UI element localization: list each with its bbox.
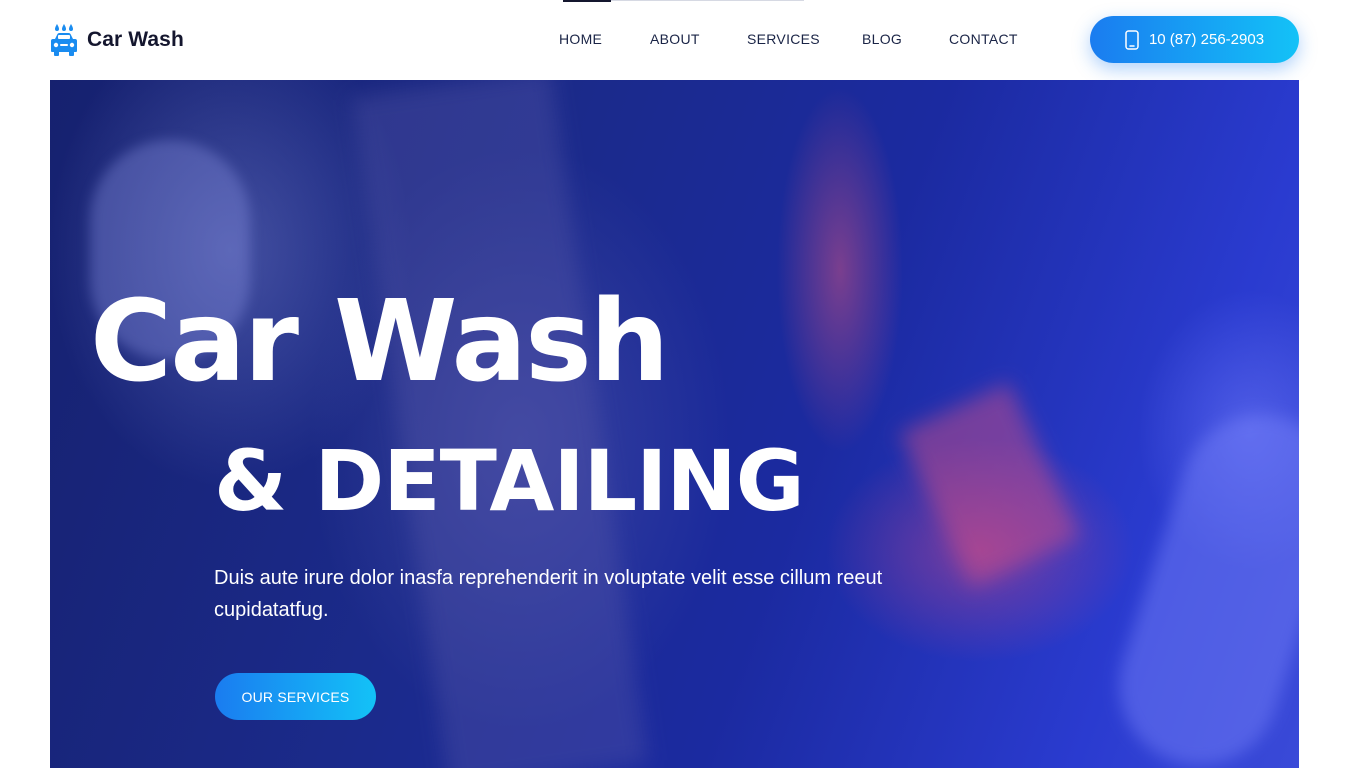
nav-item-blog[interactable]: BLOG bbox=[862, 31, 902, 47]
phone-button[interactable]: 10 (87) 256-2903 bbox=[1090, 16, 1299, 63]
nav-item-contact[interactable]: CONTACT bbox=[949, 31, 1018, 47]
hero-section: Car Wash & DETAILING Duis aute irure dol… bbox=[50, 80, 1299, 768]
hero-title: Car Wash bbox=[90, 277, 670, 407]
our-services-button[interactable]: OUR SERVICES bbox=[215, 673, 376, 720]
hero-subtitle: & DETAILING bbox=[214, 432, 805, 530]
hero-background-shape bbox=[352, 80, 648, 768]
nav-item-services[interactable]: SERVICES bbox=[747, 31, 820, 47]
nav-item-home[interactable]: HOME bbox=[559, 31, 602, 47]
hero-background-shape bbox=[1098, 394, 1299, 768]
phone-icon bbox=[1125, 29, 1139, 50]
hero-background-shape bbox=[899, 382, 1081, 588]
nav-item-about[interactable]: ABOUT bbox=[650, 31, 700, 47]
site-header: Car Wash HOME ABOUT SERVICES BLOG CONTAC… bbox=[0, 0, 1347, 80]
hero-description: Duis aute irure dolor inasfa reprehender… bbox=[214, 567, 883, 621]
phone-number: 10 (87) 256-2903 bbox=[1148, 31, 1265, 48]
